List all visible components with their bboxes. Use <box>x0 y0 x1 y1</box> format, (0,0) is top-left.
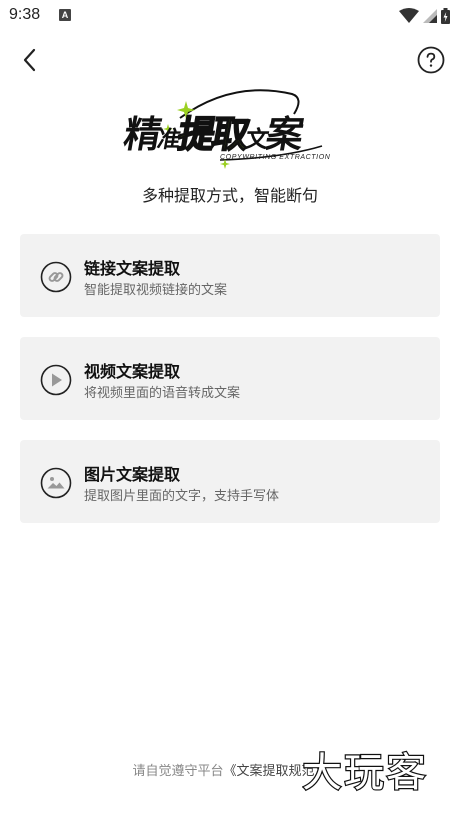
card-title: 视频文案提取 <box>84 362 181 381</box>
status-bar: 9:38 A <box>0 0 460 32</box>
help-button[interactable] <box>417 46 445 74</box>
card-video-extraction[interactable]: 视频文案提取 将视频里面的语音转成文案 <box>20 337 440 420</box>
play-icon <box>40 364 72 396</box>
card-image-extraction[interactable]: 图片文案提取 提取图片里面的文字，支持手写体 <box>20 440 440 523</box>
agreement-prefix: 请自觉遵守平台 <box>132 764 224 779</box>
card-description: 智能提取视频链接的文案 <box>84 283 228 298</box>
card-description: 将视频里面的语音转成文案 <box>84 386 241 401</box>
app-logo: 精准提取文案 COPYWRITING EXTRACTION <box>120 88 338 172</box>
card-description: 提取图片里面的文字，支持手写体 <box>84 489 280 504</box>
battery-icon <box>441 8 450 24</box>
tagline: 多种提取方式，智能断句 <box>141 186 318 205</box>
wifi-icon <box>399 8 419 23</box>
logo-title: 精准提取文案 <box>120 112 305 157</box>
card-title: 链接文案提取 <box>84 259 181 278</box>
image-icon <box>40 467 72 499</box>
back-button[interactable] <box>14 44 46 76</box>
status-right-icons <box>399 6 450 26</box>
signal-icon <box>423 9 437 23</box>
link-icon <box>40 261 72 293</box>
chevron-left-icon <box>23 48 36 72</box>
status-time: 9:38 <box>9 6 41 23</box>
watermark: 大玩客 <box>302 749 428 796</box>
watermark-text: 大玩客 <box>302 750 428 796</box>
question-circle-icon <box>417 46 445 74</box>
card-title: 图片文案提取 <box>84 465 181 484</box>
logo-subtitle: COPYWRITING EXTRACTION <box>220 154 331 161</box>
card-link-extraction[interactable]: 链接文案提取 智能提取视频链接的文案 <box>20 234 440 317</box>
notification-a-icon: A <box>59 9 71 21</box>
